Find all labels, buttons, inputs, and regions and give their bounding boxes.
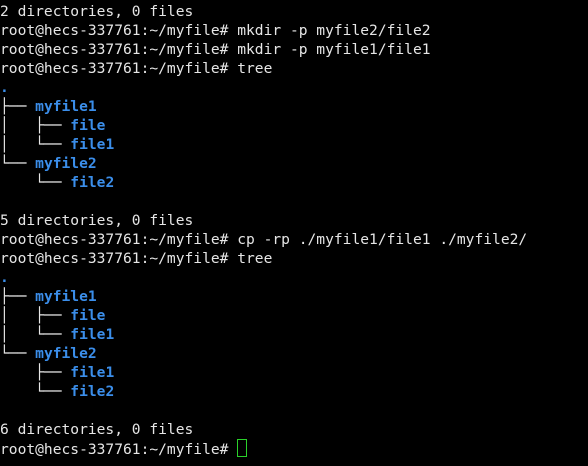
directory-name: myfile2	[35, 345, 97, 362]
cursor-block	[237, 439, 248, 457]
tree-branch: ├──	[0, 98, 36, 115]
directory-name: file2	[70, 383, 115, 400]
shell-prompt: root@hecs-337761:~/myfile#	[0, 441, 238, 458]
tree-branch: ├──	[0, 288, 36, 305]
tree-entry: │ └── file1	[0, 325, 588, 344]
shell-prompt: root@hecs-337761:~/myfile#	[0, 250, 238, 267]
command-line: root@hecs-337761:~/myfile# tree	[0, 59, 588, 78]
command-line: root@hecs-337761:~/myfile# cp -rp ./myfi…	[0, 230, 588, 249]
tree-branch: ├──	[0, 364, 71, 381]
tree-entry: └── file2	[0, 173, 588, 192]
tree-root-dot: .	[0, 269, 9, 286]
command-line: root@hecs-337761:~/myfile# mkdir -p myfi…	[0, 21, 588, 40]
tree-root-dot: .	[0, 79, 9, 96]
tree-branch: └──	[0, 174, 71, 191]
shell-prompt: root@hecs-337761:~/myfile#	[0, 60, 238, 77]
active-prompt-line: root@hecs-337761:~/myfile#	[0, 439, 588, 458]
directory-name: myfile1	[35, 288, 97, 305]
tree-entry: ├── myfile1	[0, 97, 588, 116]
command-line: root@hecs-337761:~/myfile# mkdir -p myfi…	[0, 40, 588, 59]
tree-root-line: .	[0, 268, 588, 287]
output-text: 5 directories, 0 files	[0, 212, 194, 229]
tree-branch: │ ├──	[0, 307, 71, 324]
output-text: 2 directories, 0 files	[0, 3, 194, 20]
tree-entry: └── myfile2	[0, 154, 588, 173]
tree-branch: └──	[0, 155, 36, 172]
tree-branch: │ └──	[0, 326, 71, 343]
tree-entry: │ ├── file	[0, 116, 588, 135]
tree-branch: └──	[0, 345, 36, 362]
shell-prompt: root@hecs-337761:~/myfile#	[0, 22, 238, 39]
tree-branch: │ ├──	[0, 117, 71, 134]
output-line: 5 directories, 0 files	[0, 211, 588, 230]
shell-prompt: root@hecs-337761:~/myfile#	[0, 231, 238, 248]
shell-prompt: root@hecs-337761:~/myfile#	[0, 41, 238, 58]
tree-entry: │ ├── file	[0, 306, 588, 325]
directory-name: file1	[70, 326, 115, 343]
directory-name: file1	[70, 136, 115, 153]
directory-name: file2	[70, 174, 115, 191]
directory-name: file	[70, 117, 106, 134]
directory-name: myfile2	[35, 155, 97, 172]
command-text: cp -rp ./myfile1/file1 ./myfile2/	[237, 231, 528, 248]
tree-branch: └──	[0, 383, 71, 400]
directory-name: file1	[70, 364, 115, 381]
output-line: 6 directories, 0 files	[0, 420, 588, 439]
tree-branch: │ └──	[0, 136, 71, 153]
command-text: mkdir -p myfile2/file2	[237, 22, 431, 39]
tree-root-line: .	[0, 78, 588, 97]
tree-entry: └── file2	[0, 382, 588, 401]
tree-entry: │ └── file1	[0, 135, 588, 154]
output-text: 6 directories, 0 files	[0, 421, 194, 438]
tree-entry: ├── myfile1	[0, 287, 588, 306]
command-text: tree	[237, 250, 273, 267]
command-text: mkdir -p myfile1/file1	[237, 41, 431, 58]
tree-entry: ├── file1	[0, 363, 588, 382]
output-line: 2 directories, 0 files	[0, 2, 588, 21]
tree-entry: └── myfile2	[0, 344, 588, 363]
terminal-window[interactable]: 2 directories, 0 files root@hecs-337761:~…	[0, 0, 588, 466]
command-line: root@hecs-337761:~/myfile# tree	[0, 249, 588, 268]
directory-name: myfile1	[35, 98, 97, 115]
command-text: tree	[237, 60, 273, 77]
directory-name: file	[70, 307, 106, 324]
